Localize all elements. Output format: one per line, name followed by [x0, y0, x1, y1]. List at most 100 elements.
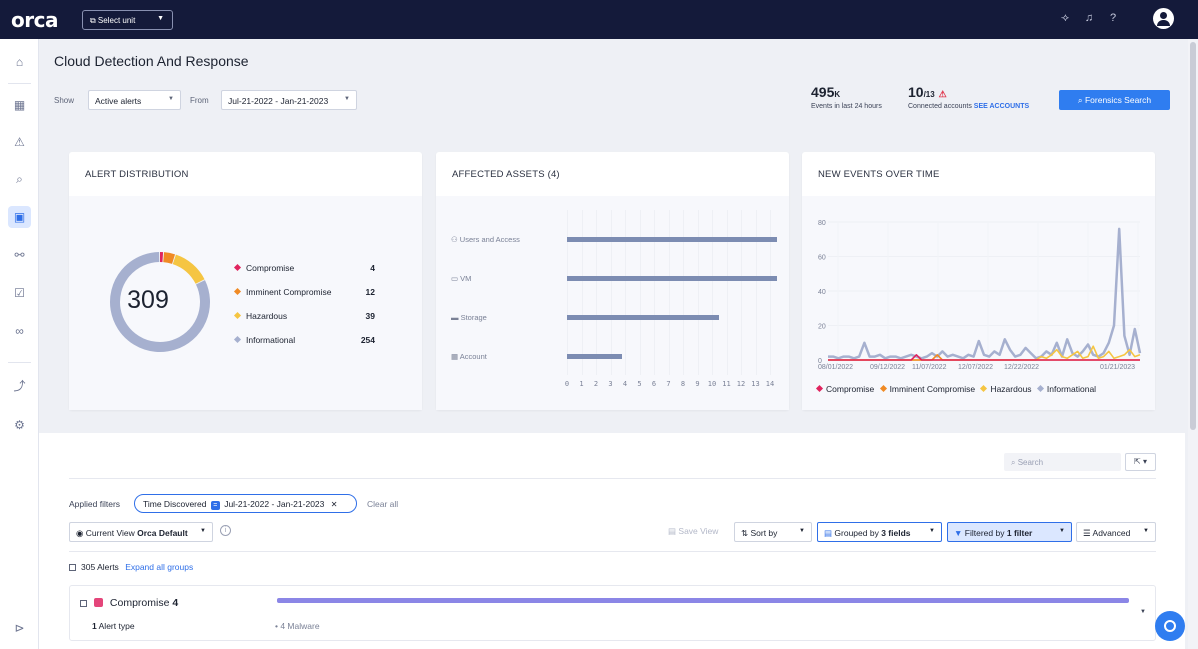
grid-line — [697, 210, 699, 375]
x-tick-label: 0 — [564, 380, 570, 388]
search-input[interactable]: ⌕ Search — [1004, 453, 1121, 471]
bar-users-and-access[interactable] — [567, 237, 778, 242]
card-title: NEW EVENTS OVER TIME — [818, 169, 940, 180]
group-checkbox[interactable] — [80, 599, 87, 607]
legend-hazardous: Hazardous 39 — [233, 311, 375, 321]
alert-type-summary: 1 Alert type — [92, 621, 135, 631]
legend-label: Informational — [246, 335, 296, 345]
card-body — [436, 196, 789, 410]
chip-field: Time Discovered — [143, 499, 207, 509]
x-tick-label: 11/07/2022 — [912, 364, 947, 371]
filtered-by-value: 1 filter — [1006, 528, 1033, 538]
settings-icon[interactable]: ⚙ — [8, 414, 31, 436]
legend-label: Informational — [1046, 384, 1097, 394]
search-icon[interactable]: ⌕ — [8, 168, 31, 190]
user-avatar-icon[interactable] — [1153, 8, 1174, 29]
chip-value: Jul-21-2022 - Jan-21-2023 — [224, 499, 325, 509]
filtered-by-dropdown[interactable]: ▼ Filtered by 1 filter ▼ — [947, 522, 1072, 542]
info-icon[interactable]: i — [220, 525, 231, 536]
filter-chip[interactable]: Time Discovered = Jul-21-2022 - Jan-21-2… — [134, 494, 357, 513]
legend-compromise: Compromise 4 — [233, 263, 375, 273]
legend-label: Compromise — [826, 384, 875, 394]
x-tick-label: 7 — [666, 380, 671, 388]
grid-line — [741, 210, 742, 375]
x-tick-label: 6 — [651, 380, 657, 388]
divider — [69, 478, 1156, 479]
help-icon[interactable]: ? — [1106, 12, 1120, 24]
alert-group-compromise[interactable] — [69, 585, 1156, 641]
diamond-icon — [233, 287, 242, 296]
alert-icon[interactable]: ⚠ — [8, 131, 31, 153]
chevron-down-icon: ▼ — [929, 528, 935, 534]
group-icon: ▤ — [824, 528, 833, 538]
bar-label-storage: ▬ Storage — [451, 313, 487, 322]
home-icon[interactable]: ⌂ — [8, 51, 31, 73]
sort-by-dropdown[interactable]: ⇅ Sort by ▼ — [734, 522, 812, 542]
compromise-icon — [94, 598, 103, 607]
bell-icon[interactable]: ♫ — [1082, 12, 1096, 24]
filter-icon: ▼ — [954, 528, 963, 538]
affected-assets-card: AFFECTED ASSETS (4) — [436, 152, 789, 410]
bar-vm[interactable] — [567, 276, 778, 281]
cdr-icon[interactable]: ▣ — [8, 206, 31, 228]
x-tick-label: 3 — [608, 380, 613, 388]
advanced-label: Advanced — [1092, 528, 1131, 538]
orca-logo[interactable]: orca — [11, 8, 58, 32]
x-tick-label: 1 — [579, 380, 584, 388]
series-line-informational — [828, 227, 1142, 360]
grid-line — [625, 210, 626, 375]
avatar-head — [1160, 12, 1167, 19]
diamond-icon — [879, 384, 887, 393]
compliance-icon[interactable]: ☑ — [8, 282, 31, 304]
assistant-button[interactable] — [1155, 611, 1185, 641]
collapse-sidebar-icon[interactable]: ⊳ — [8, 617, 31, 639]
legend-count: 254 — [360, 335, 375, 345]
see-accounts-link[interactable]: SEE ACCOUNTS — [974, 103, 1029, 110]
forensics-search-button[interactable]: ⌕ Forensics Search — [1059, 90, 1170, 110]
diamond-icon — [233, 335, 242, 344]
legend-label: Hazardous — [990, 384, 1032, 394]
save-view-button[interactable]: ▤ Save View — [668, 526, 718, 537]
chevron-down-icon[interactable]: ▼ — [1140, 609, 1146, 615]
x-tick-label: 14 — [765, 380, 775, 388]
bar-label-vm: ▭ VM — [451, 274, 472, 283]
close-icon[interactable]: ✕ — [331, 500, 338, 509]
current-view-dropdown[interactable]: ◉ Current View Orca Default ▼ — [69, 522, 213, 542]
glasses-icon[interactable]: ∞ — [8, 320, 31, 342]
x-tick-label: 12 — [736, 380, 746, 388]
grid-line — [596, 210, 597, 375]
grouped-by-dropdown[interactable]: ▤ Grouped by 3 fields ▼ — [817, 522, 942, 542]
grid-line — [726, 210, 728, 375]
megaphone-icon[interactable]: ⟢ — [1058, 12, 1072, 25]
clear-all-link[interactable]: Clear all — [367, 499, 398, 509]
alert-type-label: Alert type — [98, 621, 135, 631]
diamond-icon — [980, 384, 988, 393]
new-events-line-chart: 02040608008/01/2022 09/12/2022 11/07/2022 1… — [818, 220, 1142, 371]
card-title: AFFECTED ASSETS (4) — [452, 169, 560, 180]
select-unit-label: ⧉ Select unit — [90, 16, 136, 25]
legend-informational: Informational 254 — [233, 335, 375, 345]
chevron-down-icon: ▼ — [1143, 528, 1149, 534]
x-tick-label: 01/21/2023 — [1100, 364, 1135, 371]
legend-count: 12 — [365, 287, 375, 297]
export-button[interactable]: ⇱ ▾ — [1125, 453, 1156, 471]
legend-label: Imminent Compromise — [246, 287, 332, 297]
donut-total: 309 — [127, 286, 169, 314]
integrations-icon[interactable]: ⤴ — [8, 375, 31, 397]
dashboard-icon[interactable]: ▦ — [8, 94, 31, 116]
show-dropdown[interactable]: Active alerts ▼ — [88, 90, 181, 110]
sidebar-divider — [8, 83, 31, 84]
date-range-picker[interactable]: Jul-21-2022 - Jan-21-2023 ▼ — [221, 90, 357, 110]
chevron-down-icon: ▼ — [1059, 528, 1065, 534]
advanced-dropdown[interactable]: ☰ Advanced ▼ — [1076, 522, 1156, 542]
graph-icon[interactable]: ⚯ — [8, 244, 31, 266]
select-unit-dropdown[interactable]: ⧉ Select unit ▼ — [82, 10, 173, 30]
scrollbar-thumb[interactable] — [1190, 42, 1196, 430]
bar-account[interactable] — [567, 354, 623, 359]
select-all-checkbox[interactable] — [69, 563, 76, 571]
grid-line — [610, 210, 612, 375]
expand-all-groups-link[interactable]: Expand all groups — [125, 562, 193, 572]
events-stat: 495K — [811, 84, 840, 100]
bar-storage[interactable] — [567, 315, 720, 320]
x-tick-label: 12/07/2022 — [958, 364, 993, 371]
